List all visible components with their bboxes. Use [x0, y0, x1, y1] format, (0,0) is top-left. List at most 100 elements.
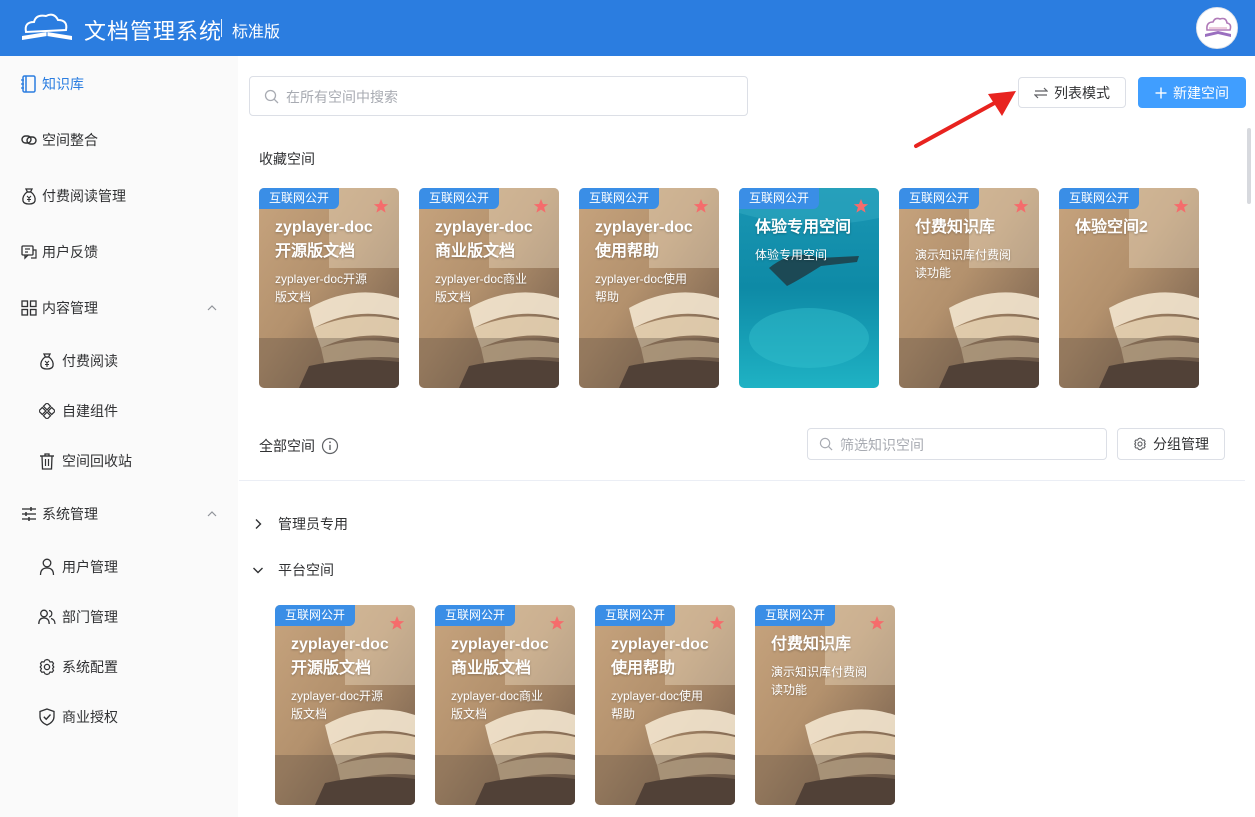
space-desc-line: 版文档 — [435, 290, 472, 304]
star-icon[interactable] — [709, 615, 725, 631]
space-card[interactable]: 互联网公开 体验专用空间 体验专用空间 — [739, 188, 879, 388]
space-name: 付费知识库 — [915, 216, 1030, 240]
sidebar-item-custom-components[interactable]: 自建组件 — [0, 391, 238, 431]
group-platform-spaces[interactable]: 平台空间 — [250, 560, 334, 580]
search-icon — [264, 89, 279, 104]
top-header: 文档管理系统 标准版 — [0, 0, 1255, 56]
space-card[interactable]: 互联网公开付费知识库演示知识库付费阅 读功能 — [755, 605, 895, 805]
star-icon[interactable] — [693, 198, 709, 214]
global-search[interactable] — [249, 76, 748, 116]
sidebar-item-user-feedback[interactable]: 用户反馈 — [0, 232, 238, 272]
star-icon[interactable] — [549, 615, 565, 631]
component-icon — [38, 402, 56, 420]
search-input[interactable] — [286, 87, 726, 107]
space-card[interactable]: 互联网公开 体验空间2 — [1059, 188, 1199, 388]
sidebar-item-recycle-bin[interactable]: 空间回收站 — [0, 441, 238, 481]
sidebar-item-department-management[interactable]: 部门管理 — [0, 597, 238, 637]
sidebar-item-label: 内容管理 — [42, 300, 98, 316]
space-name-line: 使用帮助 — [611, 660, 676, 677]
star-icon[interactable] — [533, 198, 549, 214]
space-name-line: zyplayer-doc — [595, 219, 693, 236]
sidebar-item-user-management[interactable]: 用户管理 — [0, 547, 238, 587]
sidebar-item-space-merge[interactable]: 空间整合 — [0, 120, 238, 160]
sidebar-item-label: 付费阅读管理 — [42, 188, 126, 204]
space-name: 体验专用空间 — [755, 216, 870, 240]
sidebar-item-content-management[interactable]: 内容管理 — [0, 288, 238, 328]
space-desc-line: 读功能 — [915, 266, 952, 280]
space-name-line: 开源版文档 — [291, 660, 372, 677]
space-name-line: 体验空间2 — [1075, 219, 1148, 236]
gear-icon — [38, 658, 56, 676]
chevron-right-icon — [255, 519, 262, 529]
list-mode-label: 列表模式 — [1054, 84, 1110, 101]
group-label: 平台空间 — [278, 562, 334, 578]
star-icon[interactable] — [373, 198, 389, 214]
new-space-button[interactable]: 新建空间 — [1138, 77, 1246, 108]
space-name-line: 商业版文档 — [451, 660, 532, 677]
logo-icon — [22, 13, 72, 40]
chevron-down-icon — [253, 567, 263, 574]
visibility-badge: 互联网公开 — [579, 188, 660, 209]
space-card[interactable]: 互联网公开 zyplayer-doc 开源版文档 zyplayer-doc开源 版文档 — [259, 188, 399, 388]
search-icon — [819, 437, 833, 451]
sidebar-item-paid-reading[interactable]: 付费阅读 — [0, 341, 238, 381]
star-icon[interactable] — [853, 198, 869, 214]
visibility-badge: 互联网公开 — [275, 605, 356, 626]
space-description: zyplayer-doc商业 版文档 — [435, 270, 550, 306]
sidebar-item-knowledge-base[interactable]: 知识库 — [0, 64, 238, 104]
space-name: 付费知识库 — [771, 633, 886, 657]
space-name: 体验空间2 — [1075, 216, 1190, 240]
space-description: 演示知识库付费阅 读功能 — [771, 663, 886, 699]
gear-icon — [1134, 437, 1146, 451]
grid-icon — [20, 299, 38, 317]
group-label: 管理员专用 — [278, 516, 348, 532]
space-name-line: zyplayer-doc — [611, 636, 709, 653]
space-desc-line: zyplayer-doc使用 — [611, 689, 704, 703]
space-desc-line: zyplayer-doc开源 — [291, 689, 384, 703]
star-icon[interactable] — [1173, 198, 1189, 214]
sidebar-item-paid-reading-admin[interactable]: 付费阅读管理 — [0, 176, 238, 216]
sidebar-item-label: 部门管理 — [62, 609, 118, 625]
sidebar: 知识库 空间整合 付费阅读管理 用户反馈 内容管理 付费阅读 自建组件 空间回收… — [0, 56, 238, 817]
group-admin-only[interactable]: 管理员专用 — [250, 514, 348, 534]
space-card[interactable]: 互联网公开 zyplayer-doc 商业版文档 zyplayer-doc商业 版文档 — [419, 188, 559, 388]
chevron-up-icon — [207, 511, 217, 517]
user-avatar[interactable] — [1196, 7, 1238, 49]
info-icon[interactable] — [321, 437, 339, 455]
favorites-title: 收藏空间 — [259, 151, 315, 167]
filter-input[interactable] — [840, 435, 1095, 455]
sidebar-item-label: 付费阅读 — [62, 353, 118, 369]
sidebar-item-label: 自建组件 — [62, 403, 118, 419]
space-name-line: zyplayer-doc — [451, 636, 549, 653]
visibility-badge: 互联网公开 — [419, 188, 500, 209]
sidebar-item-commercial-license[interactable]: 商业授权 — [0, 697, 238, 737]
space-name: zyplayer-doc 开源版文档 — [291, 633, 406, 681]
group-manage-button[interactable]: 分组管理 — [1117, 428, 1225, 460]
visibility-badge: 互联网公开 — [755, 605, 836, 626]
users-icon — [38, 608, 56, 626]
sidebar-item-system-management[interactable]: 系统管理 — [0, 494, 238, 534]
section-divider — [239, 480, 1245, 481]
space-name-line: zyplayer-doc — [291, 636, 389, 653]
plus-icon — [1155, 87, 1167, 98]
star-icon[interactable] — [1013, 198, 1029, 214]
space-name-line: 使用帮助 — [595, 243, 660, 260]
money-bag-icon — [20, 187, 38, 205]
money-bag-icon — [38, 352, 56, 370]
space-card[interactable]: 互联网公开 zyplayer-doc 使用帮助 zyplayer-doc使用 帮助 — [579, 188, 719, 388]
scrollbar-thumb[interactable] — [1247, 128, 1251, 204]
sidebar-item-system-config[interactable]: 系统配置 — [0, 647, 238, 687]
book-icon — [20, 75, 38, 93]
star-icon[interactable] — [869, 615, 885, 631]
space-description: zyplayer-doc开源 版文档 — [291, 687, 406, 723]
space-desc-line: 版文档 — [275, 290, 312, 304]
space-card[interactable]: 互联网公开 zyplayer-doc 使用帮助 zyplayer-doc使用 帮助 — [595, 605, 735, 805]
space-card[interactable]: 互联网公开 zyplayer-doc 商业版文档 zyplayer-doc商业 版文档 — [435, 605, 575, 805]
list-mode-button[interactable]: 列表模式 — [1018, 77, 1126, 108]
space-card[interactable]: 互联网公开 付费知识库 演示知识库付费阅 读功能 — [899, 188, 1039, 388]
space-card[interactable]: 互联网公开 zyplayer-doc 开源版文档 zyplayer-doc开源 版文档 — [275, 605, 415, 805]
shield-check-icon — [38, 708, 56, 726]
space-filter[interactable] — [807, 428, 1107, 460]
chevron-up-icon — [207, 305, 217, 311]
star-icon[interactable] — [389, 615, 405, 631]
